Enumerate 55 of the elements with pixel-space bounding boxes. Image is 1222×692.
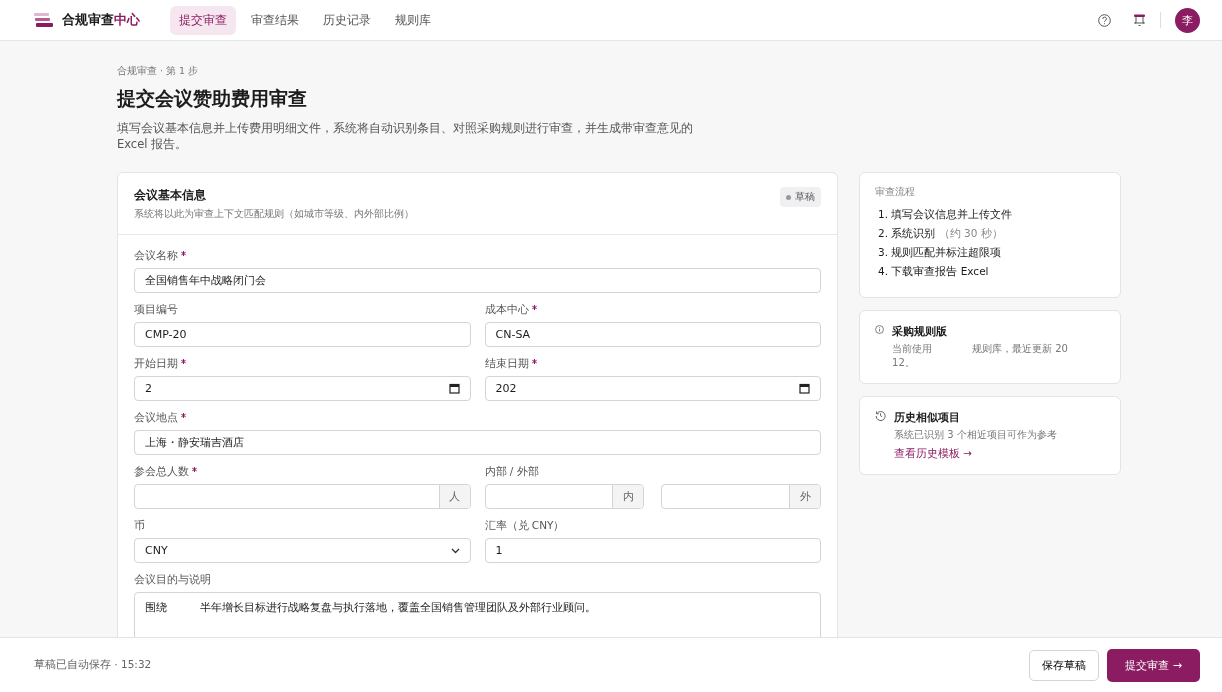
process-step: 1. 填写会议信息并上传文件 bbox=[878, 208, 1105, 222]
breadcrumb: 合规审查 · 第 1 步 bbox=[117, 65, 200, 78]
field-label: 币 bbox=[134, 519, 145, 533]
card-title: 采购规则版 bbox=[892, 324, 949, 339]
date-field[interactable]: 2 bbox=[134, 376, 471, 401]
app-title: 合规审查中心 bbox=[62, 11, 140, 29]
page-description: 填写会议基本信息并上传费用明细文件，系统将自动识别条目、对照采购规则进行审查，并生成带审查意见的 Excel 报告。 bbox=[117, 120, 694, 152]
field-label: 参会总人数 bbox=[134, 465, 189, 479]
submit-button[interactable]: 提交审查 → bbox=[1107, 648, 1200, 682]
number-field[interactable]: 人 bbox=[134, 484, 471, 509]
autosave-status: 草稿已自动保存 · 15:32 bbox=[34, 658, 152, 672]
template-link[interactable]: 查看历史模板 → bbox=[894, 447, 973, 459]
field-label: 开始日期 bbox=[134, 357, 178, 371]
info-icon bbox=[875, 324, 885, 335]
card-text: 系统已识别 3 个相近项目可作为参考 bbox=[894, 428, 1057, 442]
number-field[interactable]: 内 bbox=[484, 484, 645, 509]
text-field[interactable]: 1 bbox=[484, 538, 821, 563]
field-label: 会议名称 bbox=[134, 249, 178, 263]
field-label: 汇率（兑 CNY） bbox=[484, 519, 565, 533]
process-step: 3. 规则匹配并标注超限项 bbox=[878, 246, 1105, 260]
nav-tab[interactable]: 规则库 bbox=[386, 5, 440, 35]
field-label: 成本中心 bbox=[484, 303, 529, 317]
chevron-down-icon bbox=[450, 547, 460, 554]
card-title: 会议基本信息 bbox=[134, 187, 207, 204]
card-subtitle: 系统将以此为审查上下文匹配规则（如城市等级、内外部比例） bbox=[134, 207, 414, 221]
nav-tab[interactable]: 历史记录 bbox=[314, 5, 380, 35]
calendar-icon bbox=[799, 383, 810, 394]
text-area[interactable]: 围绕 半年增长目标进行战略复盘与执行落地，覆盖全国销售管理团队及外部行业顾问。 bbox=[134, 592, 821, 637]
field-label: 会议目的与说明 bbox=[134, 573, 211, 587]
help-icon[interactable] bbox=[1098, 13, 1111, 27]
field-label: 会议地点 bbox=[134, 411, 178, 425]
field-label: 项目编号 bbox=[134, 303, 178, 317]
calendar-icon bbox=[448, 383, 460, 394]
text-field[interactable]: 上海・静安瑞吉酒店 bbox=[134, 430, 821, 455]
card-title: 历史相似项目 bbox=[894, 410, 961, 425]
date-field[interactable]: 202 bbox=[484, 376, 821, 401]
number-field[interactable]: 外 bbox=[661, 484, 821, 509]
field-label: 结束日期 bbox=[484, 357, 529, 371]
stack-logo-icon bbox=[34, 13, 53, 27]
field-label: 内部 / 外部 bbox=[484, 465, 539, 479]
history-icon bbox=[875, 410, 886, 421]
process-step: 4. 下载审查报告 Excel bbox=[878, 265, 1105, 279]
page-title: 提交会议赞助费用审查 bbox=[117, 86, 308, 111]
text-field[interactable]: 全国销售年中战略闭门会 bbox=[134, 268, 821, 293]
user-avatar[interactable]: 李 bbox=[1175, 7, 1200, 33]
process-step: 2. 系统识别 （约 30 秒） bbox=[878, 227, 1105, 241]
card-text: 当前使用 规则库，最近更新 20 12。 bbox=[892, 342, 1069, 370]
text-field[interactable]: CMP-20 bbox=[134, 322, 471, 347]
save-draft-button[interactable]: 保存草稿 bbox=[1029, 649, 1100, 681]
nav-tab[interactable]: 审查结果 bbox=[242, 5, 308, 35]
text-field[interactable]: CN-SA bbox=[484, 322, 821, 347]
card-title: 审查流程 bbox=[875, 186, 916, 199]
status-badge: 草稿 bbox=[780, 187, 821, 207]
nav-tab[interactable]: 提交审查 bbox=[170, 5, 236, 35]
currency-select[interactable]: CNY bbox=[134, 538, 471, 563]
